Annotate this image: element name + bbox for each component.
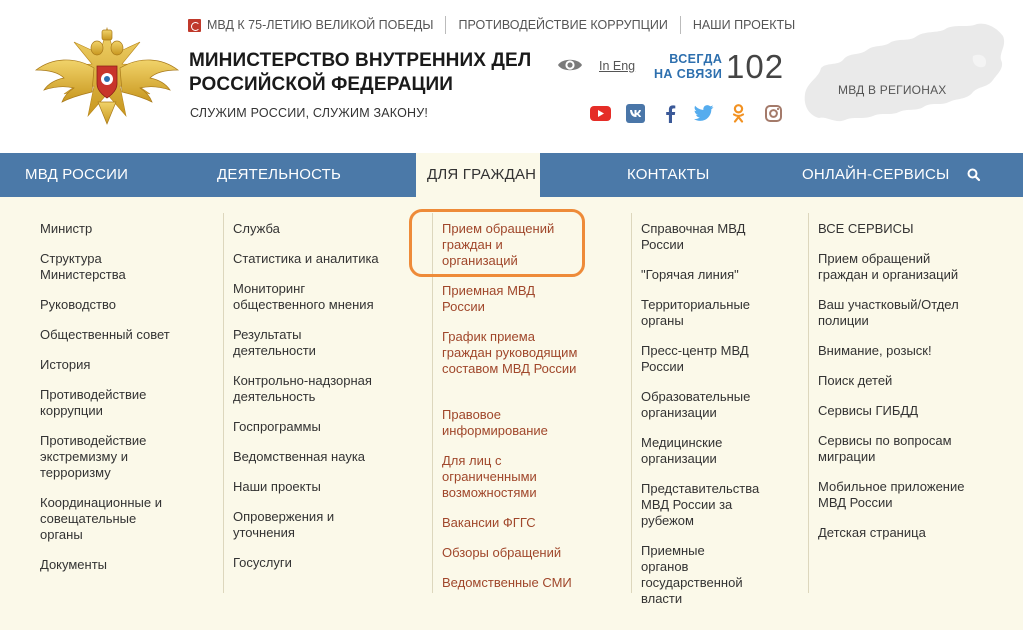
menu-link[interactable]: Пресс-центр МВД России [641, 343, 756, 375]
site-header: МВД К 75-ЛЕТИЮ ВЕЛИКОЙ ПОБЕДЫ ПРОТИВОДЕЙ… [0, 0, 1023, 153]
menu-link[interactable]: Общественный совет [40, 327, 190, 343]
menu-link[interactable]: Противодействие коррупции [40, 387, 170, 419]
ministry-title-line1: МИНИСТЕРСТВО ВНУТРЕННИХ ДЕЛ [189, 50, 532, 71]
menu-link[interactable]: График приема граждан руководящим состав… [442, 329, 582, 377]
menu-link[interactable]: Прием обращений граждан и организаций [818, 251, 973, 283]
menu-link[interactable]: Сервисы ГИБДД [818, 403, 978, 419]
menu-link[interactable]: Ваш участковый/Отдел полиции [818, 297, 973, 329]
menu-link[interactable]: Территориальные органы [641, 297, 761, 329]
menu-link[interactable]: Для лиц с ограниченными возможностями [442, 453, 547, 501]
mvd-emblem-logo[interactable] [34, 24, 180, 128]
menu-link[interactable]: Госуслуги [233, 555, 393, 571]
menu-link[interactable]: Справочная МВД России [641, 221, 761, 253]
menu-link[interactable]: Результаты деятельности [233, 327, 343, 359]
odnoklassniki-icon[interactable] [727, 103, 750, 123]
menu-link[interactable]: Наши проекты [233, 479, 393, 495]
ministry-title[interactable]: МИНИСТЕРСТВО ВНУТРЕННИХ ДЕЛ РОССИЙСКОЙ Ф… [189, 49, 531, 97]
menu-link[interactable]: Опровержения и уточнения [233, 509, 353, 541]
menu-link[interactable]: Представительства МВД России за рубежом [641, 481, 761, 529]
menu-link[interactable]: "Горячая линия" [641, 267, 781, 283]
menu-link[interactable]: Госпрограммы [233, 419, 393, 435]
highlight-outline [409, 209, 585, 277]
menu-link[interactable]: Сервисы по вопросам миграции [818, 433, 968, 465]
menu-link[interactable]: Правовое информирование [442, 407, 557, 439]
nav-item-for-citizens[interactable]: ДЛЯ ГРАЖДАН [416, 153, 540, 197]
menu-link[interactable]: Ведомственная наука [233, 449, 393, 465]
menu-link[interactable]: Ведомственные СМИ [442, 575, 582, 591]
russia-map-icon[interactable] [797, 16, 1009, 130]
menu-link[interactable]: Поиск детей [818, 373, 978, 389]
top-link-victory-75[interactable]: МВД К 75-ЛЕТИЮ ВЕЛИКОЙ ПОБЕДЫ [188, 16, 445, 34]
nav-item-online-services[interactable]: ОНЛАЙН-СЕРВИСЫ [802, 153, 950, 197]
accessibility-eye-icon[interactable] [557, 56, 583, 74]
ministry-title-line2: РОССИЙСКОЙ ФЕДЕРАЦИИ [189, 74, 454, 95]
menu-link[interactable]: Координационные и совещательные органы [40, 495, 180, 543]
victory-badge-icon [188, 18, 201, 32]
menu-link[interactable]: Противодействие экстремизму и терроризму [40, 433, 165, 481]
instagram-icon[interactable] [762, 103, 785, 123]
menu-link[interactable]: Служба [233, 221, 393, 237]
menu-link[interactable]: Вакансии ФГГС [442, 515, 582, 531]
top-link-anticorruption[interactable]: ПРОТИВОДЕЙСТВИЕ КОРРУПЦИИ [445, 16, 679, 34]
always-in-touch-label: ВСЕГДА НА СВЯЗИ [654, 52, 723, 81]
nav-item-mvd-russia[interactable]: МВД РОССИИ [25, 153, 128, 197]
column-divider [631, 213, 632, 593]
top-links-bar: МВД К 75-ЛЕТИЮ ВЕЛИКОЙ ПОБЕДЫ ПРОТИВОДЕЙ… [188, 16, 807, 34]
search-icon[interactable] [966, 167, 982, 183]
menu-link[interactable]: Контрольно-надзорная деятельность [233, 373, 383, 405]
column-divider [808, 213, 809, 593]
menu-link[interactable]: Министр [40, 221, 190, 237]
regions-link[interactable]: МВД В РЕГИОНАХ [838, 83, 946, 97]
menu-link[interactable]: Приемные органов государственной власти [641, 543, 751, 607]
nav-item-activity[interactable]: ДЕЯТЕЛЬНОСТЬ [217, 153, 341, 197]
twitter-icon[interactable] [693, 103, 716, 123]
menu-link[interactable]: Руководство [40, 297, 190, 313]
top-link-our-projects[interactable]: НАШИ ПРОЕКТЫ [679, 16, 807, 34]
menu-link[interactable]: Статистика и аналитика [233, 251, 393, 267]
ministry-motto: СЛУЖИМ РОССИИ, СЛУЖИМ ЗАКОНУ! [190, 106, 429, 120]
for-citizens-mega-menu: Министр Структура Министерства Руководст… [0, 197, 1023, 630]
column-divider [223, 213, 224, 593]
menu-link[interactable]: Мобильное приложение МВД России [818, 479, 978, 511]
menu-link[interactable]: Обзоры обращений [442, 545, 582, 561]
main-nav: МВД РОССИИ ДЕЯТЕЛЬНОСТЬ ДЛЯ ГРАЖДАН КОНТ… [0, 153, 1023, 197]
youtube-icon[interactable] [589, 103, 612, 123]
menu-link[interactable]: Медицинские организации [641, 435, 761, 467]
menu-link[interactable]: ВСЕ СЕРВИСЫ [818, 221, 978, 237]
menu-link[interactable]: Мониторинг общественного мнения [233, 281, 383, 313]
menu-link[interactable]: История [40, 357, 190, 373]
menu-link[interactable]: Внимание, розыск! [818, 343, 978, 359]
menu-link[interactable]: Приемная МВД России [442, 283, 552, 315]
menu-link[interactable]: Структура Министерства [40, 251, 160, 283]
nav-item-contacts[interactable]: КОНТАКТЫ [627, 153, 710, 197]
english-version-link[interactable]: In Eng [599, 59, 635, 73]
hotline-number[interactable]: 102 [726, 48, 784, 86]
menu-link[interactable]: Детская страница [818, 525, 978, 541]
vk-icon[interactable] [624, 103, 647, 123]
menu-link[interactable]: Документы [40, 557, 190, 573]
facebook-icon[interactable] [658, 103, 681, 123]
social-links [589, 103, 796, 123]
menu-link[interactable]: Образовательные организации [641, 389, 761, 421]
